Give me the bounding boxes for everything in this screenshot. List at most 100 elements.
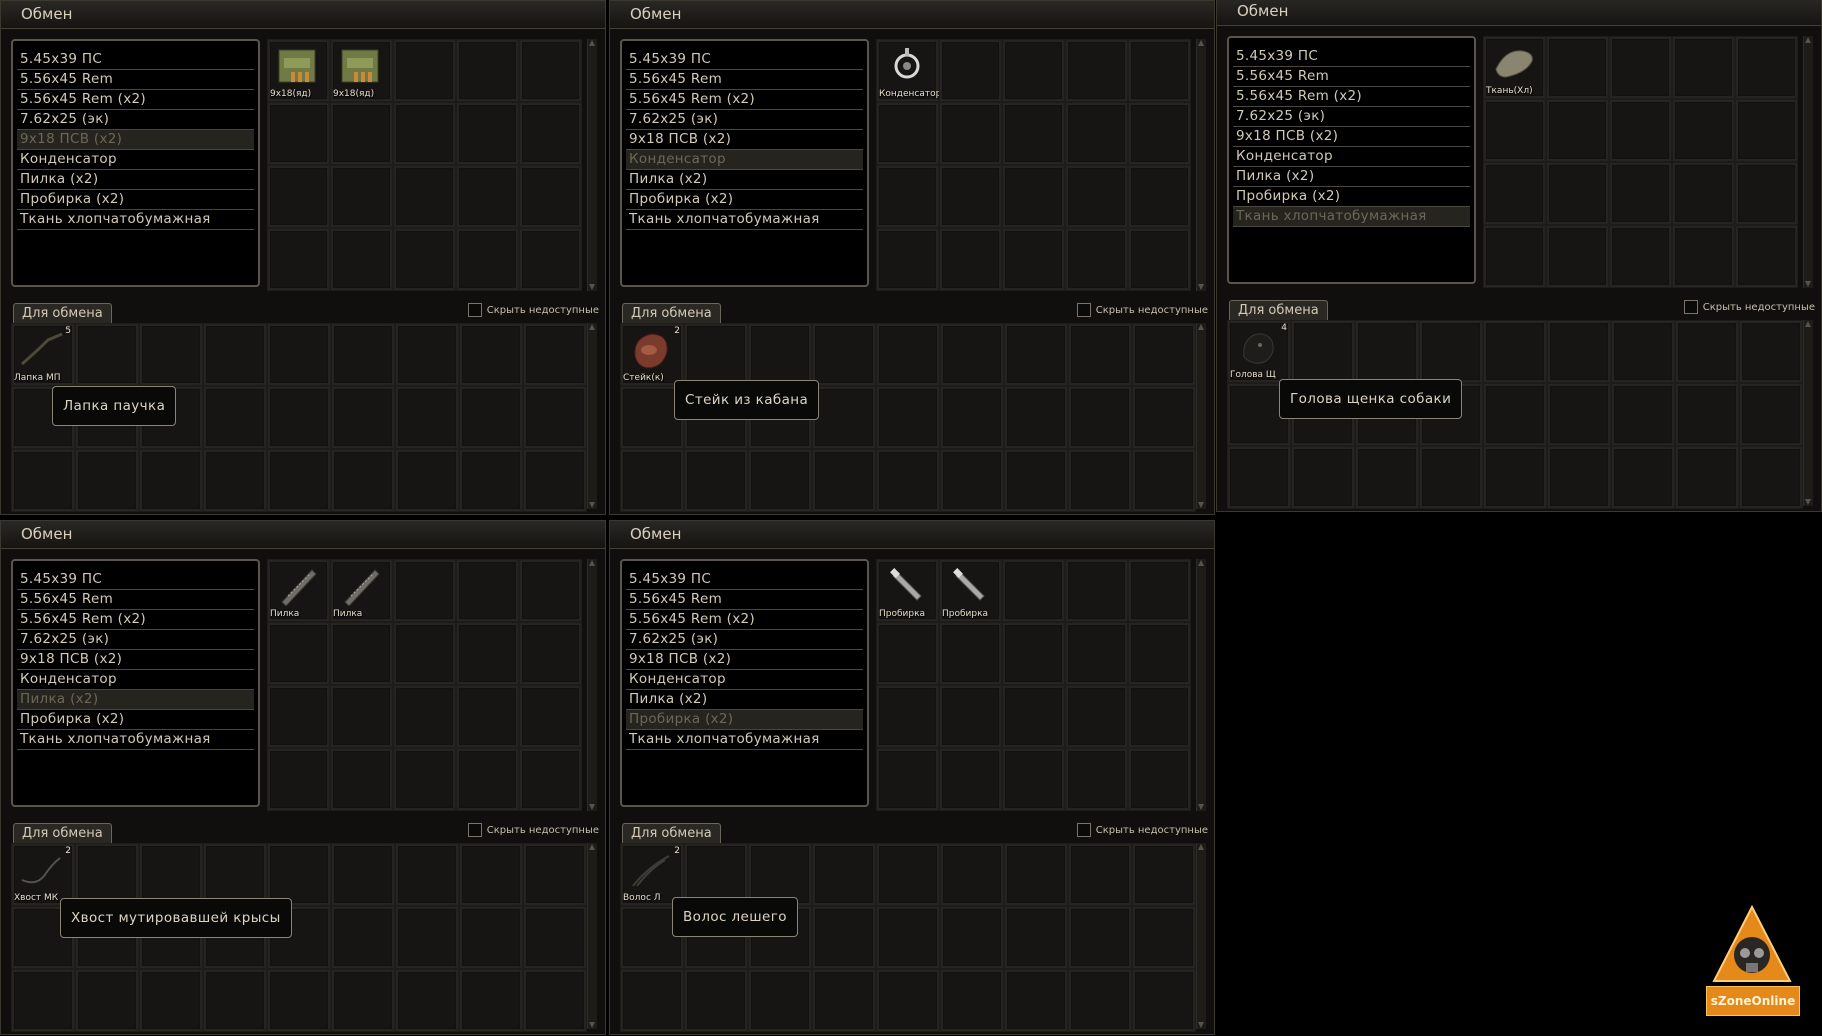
empty-slot[interactable] — [11, 969, 75, 1032]
exchange-item-slot[interactable]: 4 Голова Щ — [1227, 320, 1291, 383]
hide-unavailable-checkbox[interactable] — [1683, 300, 1698, 314]
empty-slot[interactable] — [812, 449, 876, 512]
empty-slot[interactable] — [11, 449, 75, 512]
scrollbar[interactable] — [587, 39, 597, 291]
empty-slot[interactable] — [395, 969, 459, 1032]
empty-slot[interactable] — [330, 622, 393, 685]
empty-slot[interactable] — [331, 449, 395, 512]
reward-list-item[interactable]: 5.56x45 Rem (x2) — [17, 90, 254, 110]
empty-slot[interactable] — [1672, 162, 1735, 225]
empty-slot[interactable] — [267, 748, 330, 811]
empty-slot[interactable] — [1611, 446, 1675, 509]
empty-slot[interactable] — [1004, 386, 1068, 449]
scrollbar[interactable] — [1196, 39, 1206, 291]
empty-slot[interactable] — [1004, 449, 1068, 512]
empty-slot[interactable] — [331, 969, 395, 1032]
empty-slot[interactable] — [395, 843, 459, 906]
empty-slot[interactable] — [523, 449, 587, 512]
reward-list-item[interactable]: 5.45x39 ПС — [626, 50, 863, 70]
empty-slot[interactable] — [395, 386, 459, 449]
empty-slot[interactable] — [1065, 685, 1128, 748]
empty-slot[interactable] — [1002, 228, 1065, 291]
empty-slot[interactable] — [1739, 320, 1803, 383]
empty-slot[interactable] — [75, 843, 139, 906]
empty-slot[interactable] — [456, 39, 519, 102]
empty-slot[interactable] — [1483, 446, 1547, 509]
empty-slot[interactable] — [940, 449, 1004, 512]
empty-slot[interactable] — [393, 559, 456, 622]
empty-slot[interactable] — [331, 843, 395, 906]
empty-slot[interactable] — [748, 449, 812, 512]
empty-slot[interactable] — [1128, 748, 1191, 811]
empty-slot[interactable] — [876, 165, 939, 228]
empty-slot[interactable] — [267, 102, 330, 165]
empty-slot[interactable] — [1132, 386, 1196, 449]
reward-list-item[interactable]: Пилка (x2) — [1233, 167, 1470, 187]
exchange-item-slot[interactable]: 2 Хвост МК — [11, 843, 75, 906]
reward-list-item[interactable]: Ткань хлопчатобумажная — [1233, 207, 1470, 227]
empty-slot[interactable] — [748, 969, 812, 1032]
empty-slot[interactable] — [267, 449, 331, 512]
empty-slot[interactable] — [330, 165, 393, 228]
reward-list-item[interactable]: 5.56x45 Rem (x2) — [17, 610, 254, 630]
empty-slot[interactable] — [1132, 323, 1196, 386]
reward-list-item[interactable]: 7.62x25 (эк) — [626, 110, 863, 130]
empty-slot[interactable] — [748, 323, 812, 386]
empty-slot[interactable] — [75, 323, 139, 386]
empty-slot[interactable] — [1483, 320, 1547, 383]
reward-list-item[interactable]: 7.62x25 (эк) — [626, 630, 863, 650]
empty-slot[interactable] — [876, 969, 940, 1032]
empty-slot[interactable] — [812, 906, 876, 969]
reward-list-item[interactable]: Ткань хлопчатобумажная — [626, 730, 863, 750]
empty-slot[interactable] — [456, 622, 519, 685]
empty-slot[interactable] — [1609, 99, 1672, 162]
reward-list-item[interactable]: Ткань хлопчатобумажная — [626, 210, 863, 230]
empty-slot[interactable] — [393, 39, 456, 102]
reward-list-item[interactable]: Пилка (x2) — [17, 690, 254, 710]
reward-list-item[interactable]: Ткань хлопчатобумажная — [17, 730, 254, 750]
hide-unavailable-checkbox[interactable] — [1076, 823, 1091, 837]
empty-slot[interactable] — [1547, 383, 1611, 446]
hide-unavailable-toggle[interactable]: Скрыть недоступные — [1683, 300, 1815, 314]
empty-slot[interactable] — [812, 386, 876, 449]
empty-slot[interactable] — [1128, 228, 1191, 291]
empty-slot[interactable] — [331, 386, 395, 449]
empty-slot[interactable] — [1672, 99, 1735, 162]
empty-slot[interactable] — [456, 228, 519, 291]
empty-slot[interactable] — [876, 323, 940, 386]
reward-list-item[interactable]: Пробирка (x2) — [17, 710, 254, 730]
reward-list-item[interactable]: Пробирка (x2) — [626, 190, 863, 210]
empty-slot[interactable] — [876, 622, 939, 685]
empty-slot[interactable] — [684, 323, 748, 386]
empty-slot[interactable] — [1065, 102, 1128, 165]
empty-slot[interactable] — [1291, 320, 1355, 383]
reward-list-item[interactable]: 5.56x45 Rem — [626, 70, 863, 90]
empty-slot[interactable] — [459, 969, 523, 1032]
empty-slot[interactable] — [519, 559, 582, 622]
empty-slot[interactable] — [459, 323, 523, 386]
empty-slot[interactable] — [1002, 102, 1065, 165]
empty-slot[interactable] — [876, 102, 939, 165]
empty-slot[interactable] — [1611, 383, 1675, 446]
tab-exchange[interactable]: Для обмена — [622, 303, 721, 324]
reward-list-item[interactable]: 5.56x45 Rem — [626, 590, 863, 610]
empty-slot[interactable] — [395, 906, 459, 969]
empty-slot[interactable] — [331, 323, 395, 386]
empty-slot[interactable] — [393, 165, 456, 228]
scrollbar[interactable] — [1803, 320, 1813, 506]
empty-slot[interactable] — [330, 228, 393, 291]
empty-slot[interactable] — [1483, 225, 1546, 288]
empty-slot[interactable] — [1004, 906, 1068, 969]
reward-item-slot[interactable]: Конденсатор — [876, 39, 941, 102]
empty-slot[interactable] — [1609, 225, 1672, 288]
empty-slot[interactable] — [519, 228, 582, 291]
empty-slot[interactable] — [939, 39, 1002, 102]
empty-slot[interactable] — [939, 748, 1002, 811]
empty-slot[interactable] — [1739, 383, 1803, 446]
empty-slot[interactable] — [939, 622, 1002, 685]
empty-slot[interactable] — [267, 386, 331, 449]
reward-list-item[interactable]: Пробирка (x2) — [626, 710, 863, 730]
empty-slot[interactable] — [519, 165, 582, 228]
empty-slot[interactable] — [1735, 36, 1798, 99]
empty-slot[interactable] — [393, 102, 456, 165]
